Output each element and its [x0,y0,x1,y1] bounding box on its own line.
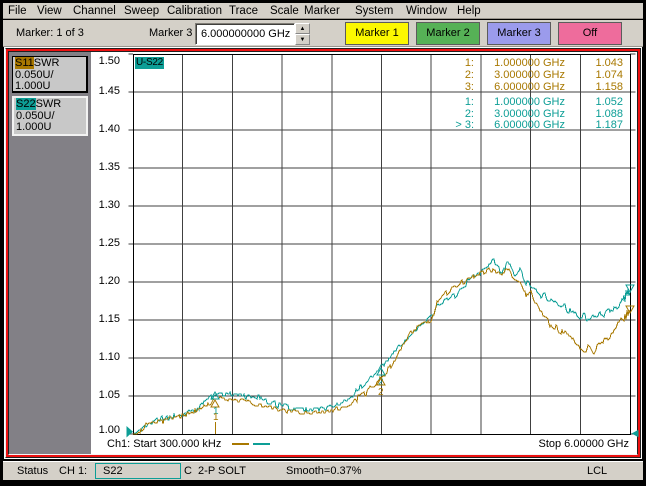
svg-text:2: 2 [378,387,384,398]
svg-text:1: 1 [213,412,219,423]
